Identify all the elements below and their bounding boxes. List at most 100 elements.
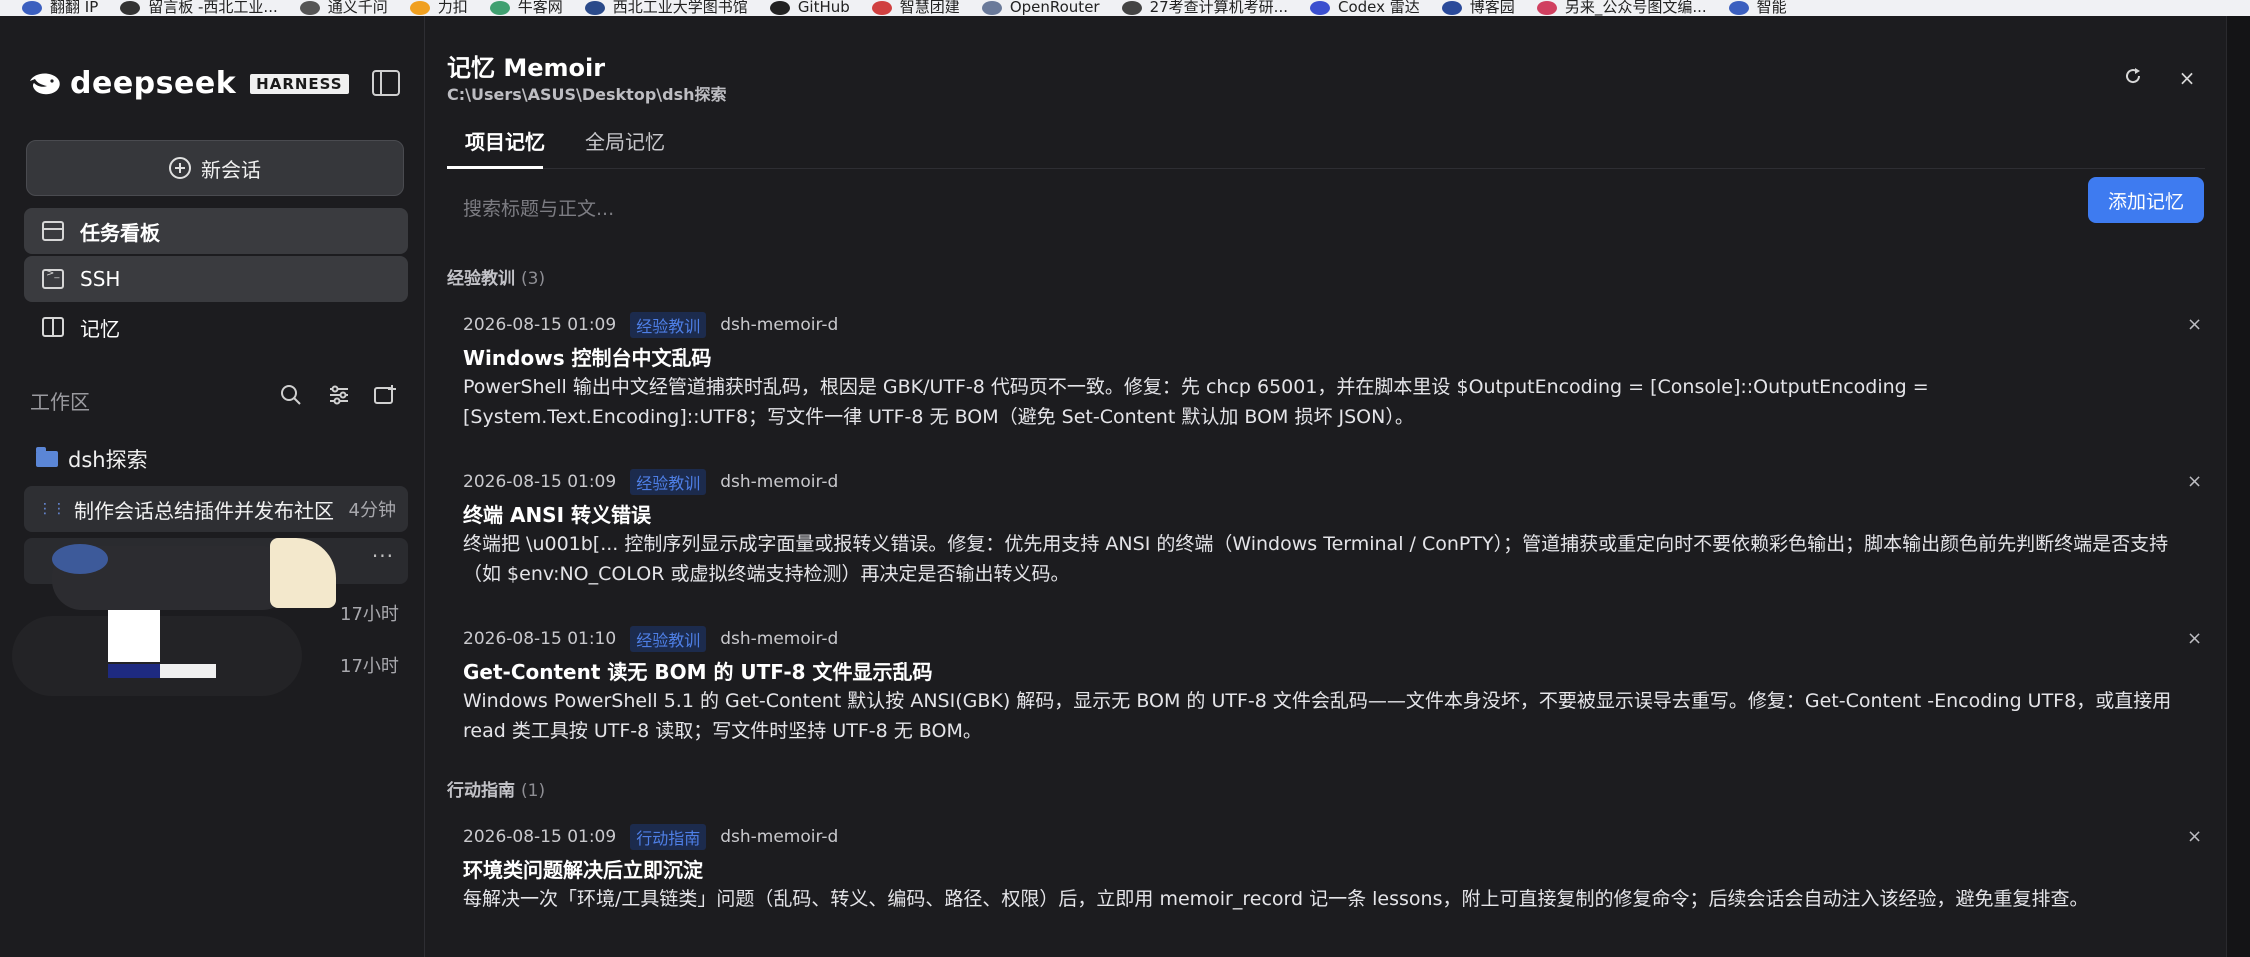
entry-owner: dsh-memoir-d: [720, 472, 839, 492]
delete-icon[interactable]: ×: [2187, 314, 2202, 335]
section-title: 经验教训: [447, 269, 515, 289]
entry-title: Get-Content 读无 BOM 的 UTF-8 文件显示乱码: [463, 660, 933, 684]
bookmark-label: 翻翻 IP: [50, 0, 99, 16]
bookmark-item[interactable]: Codex 雷达: [1310, 0, 1420, 15]
bookmark-label: 智慧团建: [899, 0, 960, 16]
add-folder-icon[interactable]: [372, 384, 398, 410]
entry-date: 2026-08-15 01:09: [463, 472, 617, 492]
bookmark-favicon-icon: [1121, 0, 1142, 15]
bookmark-label: 留言板 -西北工业...: [148, 0, 278, 16]
bookmark-item[interactable]: 博客园: [1441, 0, 1515, 16]
entry-owner: dsh-memoir-d: [720, 629, 839, 649]
bookmark-item[interactable]: 翻翻 IP: [22, 0, 98, 15]
search-icon[interactable]: [278, 384, 304, 410]
add-memory-button[interactable]: 添加记忆: [2088, 177, 2204, 223]
session-time: 17小时: [340, 656, 399, 677]
folder-label: dsh探索: [68, 448, 148, 472]
entry-title: Windows 控制台中文乱码: [463, 346, 712, 370]
bookmark-label: GitHub: [797, 0, 850, 16]
entry-tag: 经验教训: [630, 469, 707, 495]
bookmark-favicon-icon: [489, 0, 510, 15]
folder-icon: [36, 447, 58, 467]
sidebar: deepseek HARNESS 新会话 任务看板 SSH 记忆 工作区 dsh…: [0, 16, 425, 957]
bookmark-favicon-icon: [584, 0, 605, 15]
delete-icon[interactable]: ×: [2187, 826, 2202, 847]
delete-icon[interactable]: ×: [2187, 628, 2202, 649]
bookmark-favicon-icon: [22, 0, 42, 15]
bookmark-item[interactable]: 牛客网: [489, 0, 563, 15]
section-count: (1): [521, 781, 546, 801]
bookmark-favicon-icon: [769, 0, 790, 15]
bookmark-item[interactable]: OpenRouter: [981, 0, 1100, 16]
book-icon: [42, 317, 64, 337]
new-chat-button[interactable]: 新会话: [26, 140, 404, 196]
bookmark-label: Codex 雷达: [1338, 0, 1420, 16]
board-icon: [42, 221, 64, 241]
new-chat-label: 新会话: [201, 157, 261, 182]
bookmark-label: 西北工业大学图书馆: [612, 0, 748, 16]
bookmark-favicon-icon: [1536, 0, 1557, 15]
bookmark-label: OpenRouter: [1009, 0, 1100, 16]
entry-date: 2026-08-15 01:09: [463, 827, 617, 847]
bookmark-favicon-icon: [981, 0, 1002, 15]
entry-body: 终端把 \u001b[... 控制序列显示成字面量或报转义错误。修复：优先用支持…: [463, 533, 2169, 585]
refresh-icon[interactable]: [2119, 64, 2147, 92]
filter-icon[interactable]: [326, 384, 352, 410]
section-header: 经验教训 (3): [447, 264, 545, 289]
bookmark-favicon-icon: [409, 0, 430, 15]
bookmark-item[interactable]: 27考查计算机考研...: [1121, 0, 1288, 16]
bookmark-item[interactable]: 通义千问: [299, 0, 388, 15]
section-header: 行动指南 (1): [447, 776, 545, 801]
session-time: 17小时: [340, 604, 399, 625]
toggle-sidebar-icon[interactable]: [372, 70, 400, 96]
bookmark-label: 博客园: [1469, 0, 1515, 16]
nav-item-label: 任务看板: [80, 220, 160, 245]
tab-global-memory[interactable]: 全局记忆: [585, 126, 665, 155]
bookmark-item[interactable]: 智慧团建: [871, 0, 960, 16]
entry-tag: 经验教训: [630, 312, 707, 338]
section-count: (3): [521, 269, 546, 289]
bookmark-item[interactable]: 西北工业大学图书馆: [584, 0, 748, 16]
workspace-folder[interactable]: dsh探索: [36, 444, 148, 474]
entry-meta: 2026-08-15 01:10 经验教训 dsh-memoir-d: [463, 626, 838, 652]
bookmark-label: 另来_公众号图文编...: [1564, 0, 1707, 16]
entry-body: Windows PowerShell 5.1 的 Get-Content 默认按…: [463, 690, 2172, 742]
bookmark-item[interactable]: 另来_公众号图文编...: [1536, 0, 1707, 16]
nav-item-ssh[interactable]: SSH: [24, 256, 408, 302]
search-input[interactable]: [447, 182, 2085, 236]
bookmark-favicon-icon: [299, 0, 320, 15]
entry-meta: 2026-08-15 01:09 经验教训 dsh-memoir-d: [463, 469, 838, 495]
bookmark-item[interactable]: 力扣: [409, 0, 468, 15]
bookmark-item[interactable]: 智能: [1728, 0, 1787, 16]
nav-item-memory[interactable]: 记忆: [24, 304, 408, 350]
redacted-area: [52, 544, 108, 574]
close-icon[interactable]: ×: [2173, 64, 2201, 92]
entry-meta: 2026-08-15 01:09 行动指南 dsh-memoir-d: [463, 824, 838, 850]
delete-icon[interactable]: ×: [2187, 471, 2202, 492]
bookmark-item[interactable]: 留言板 -西北工业...: [120, 0, 278, 15]
bookmark-item[interactable]: GitHub: [769, 0, 850, 16]
bookmark-label: 智能: [1756, 0, 1787, 16]
entry-body: PowerShell 输出中文经管道捕获时乱码，根因是 GBK/UTF-8 代码…: [463, 376, 1929, 428]
tab-divider: [447, 168, 2205, 169]
terminal-icon: [42, 268, 64, 289]
session-title: 制作会话总结插件并发布社区: [74, 498, 334, 523]
bookmarks-bar: 翻翻 IP 留言板 -西北工业... 通义千问 力扣 牛客网 西北工业大学图书馆 GitHu…: [0, 0, 2250, 17]
entry-date: 2026-08-15 01:10: [463, 629, 617, 649]
session-time: 4分钟: [348, 500, 396, 521]
nav-item-task-board[interactable]: 任务看板: [24, 208, 408, 254]
memory-panel: 记忆 Memoir C:\Users\ASUS\Desktop\dsh探索 × …: [425, 16, 2226, 957]
entry-tag: 行动指南: [630, 824, 707, 850]
nav-item-label: 记忆: [80, 316, 120, 341]
tab-project-memory[interactable]: 项目记忆: [465, 126, 545, 155]
session-item[interactable]: ⋮⋮ 制作会话总结插件并发布社区 4分钟: [24, 486, 408, 532]
tab-active-indicator: [447, 166, 543, 169]
right-edge-rail: [2226, 16, 2250, 957]
more-icon[interactable]: ···: [372, 544, 394, 568]
logo-wordmark: deepseek: [70, 66, 237, 101]
page-title: 记忆 Memoir: [447, 54, 606, 82]
entry-date: 2026-08-15 01:09: [463, 315, 617, 335]
redacted-area: [160, 664, 216, 678]
drag-handle-icon[interactable]: ⋮⋮: [38, 501, 66, 517]
bookmark-label: 27考查计算机考研...: [1149, 0, 1288, 16]
